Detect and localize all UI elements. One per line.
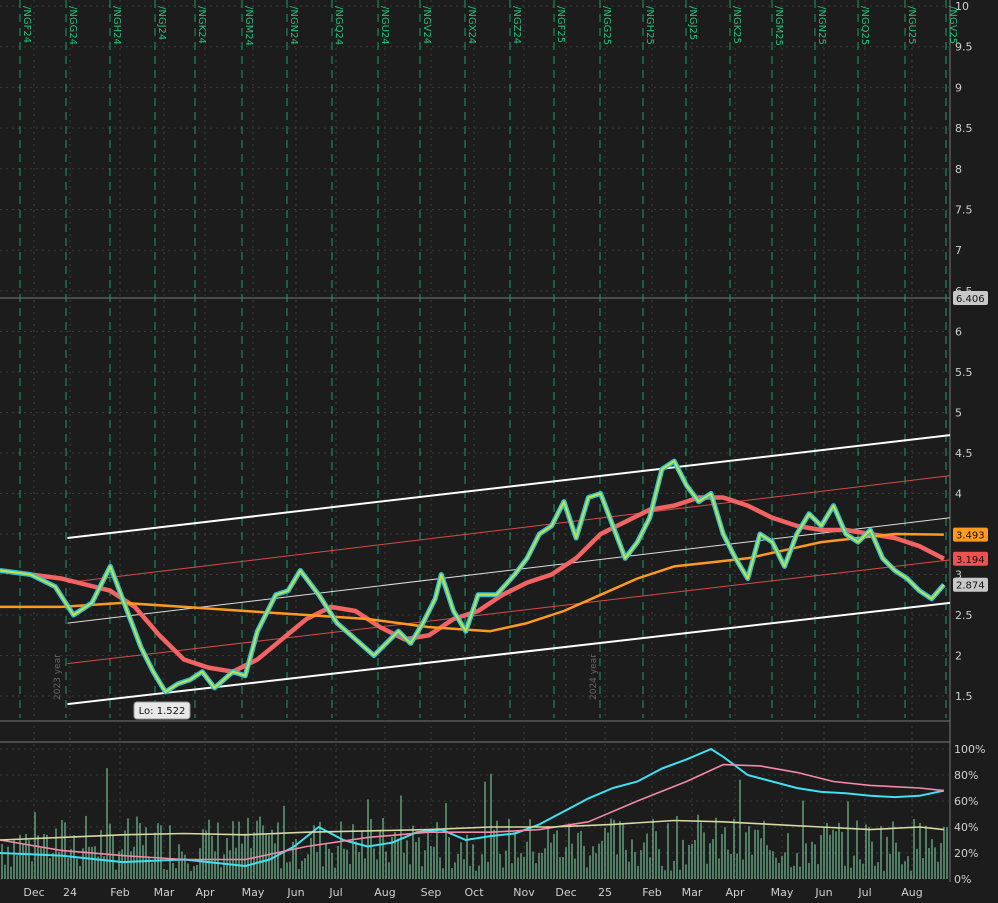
contract-label: /NGN25 [816, 6, 827, 45]
contract-label: /NGQ24 [333, 6, 344, 45]
y-tick-lower: 2 [955, 650, 962, 663]
contract-label: /NGU25 [906, 6, 917, 45]
x-tick: Apr [195, 886, 215, 899]
y-tick-lower: 4.5 [955, 447, 973, 460]
contract-label: /NGV24 [421, 6, 432, 44]
contract-label: /NGK24 [196, 6, 207, 44]
contract-label: /NGK25 [731, 6, 742, 44]
low-marker-text: Lo: 1.522 [139, 706, 186, 717]
contract-label: /NGH25 [644, 6, 655, 45]
y-tick-lower: 5.5 [955, 366, 973, 379]
y-tick-upper: 7 [955, 244, 962, 257]
x-tick: Jun [814, 886, 832, 899]
x-tick: Mar [682, 886, 703, 899]
contract-label: /NGM25 [773, 6, 784, 46]
price-flag-text: 3.493 [956, 531, 985, 542]
contract-label: /NGJ25 [687, 6, 698, 40]
price-flag-text: 2.874 [956, 581, 985, 592]
x-tick: Jul [328, 886, 342, 899]
y-tick-lower: 2.5 [955, 609, 973, 622]
y-tick-lower: 4 [955, 488, 962, 501]
y-tick-upper: 7.5 [955, 204, 973, 217]
y-tick-upper: 9 [955, 81, 962, 94]
contract-label: /NGU24 [379, 6, 390, 45]
contract-label: /NGQ25 [859, 6, 870, 45]
x-tick: 25 [598, 886, 612, 899]
price-flag-text: 3.194 [956, 555, 985, 566]
contract-label: /NGF24 [21, 6, 32, 43]
contract-label: /NGH24 [111, 6, 122, 45]
chart-svg: /NGF24/NGG24/NGH24/NGJ24/NGK24/NGM24/NGN… [0, 0, 998, 903]
x-tick: May [771, 886, 794, 899]
contract-label: /NGF25 [555, 6, 566, 43]
year-label: 2024 year [589, 654, 599, 700]
y-tick-upper: 9.5 [955, 41, 973, 54]
x-tick: Aug [901, 886, 922, 899]
y-tick-lower: 6 [955, 326, 962, 339]
price-flag-text: 6.406 [956, 294, 985, 305]
y-tick-volume: 0% [954, 873, 971, 886]
x-tick: Jun [286, 886, 304, 899]
contract-label: /NGM24 [243, 6, 254, 46]
x-tick: Mar [154, 886, 175, 899]
x-tick: Dec [23, 886, 44, 899]
y-tick-upper: 8.5 [955, 122, 973, 135]
x-tick: Nov [513, 886, 535, 899]
x-tick: Apr [725, 886, 745, 899]
contract-label: /NGX24 [466, 6, 477, 44]
contract-label: /NGN24 [288, 6, 299, 45]
x-tick: Feb [110, 886, 129, 899]
x-tick: May [242, 886, 265, 899]
y-tick-lower: 5 [955, 407, 962, 420]
x-tick: Dec [555, 886, 576, 899]
chart-background [0, 0, 998, 903]
contract-label: /NGG24 [67, 6, 78, 45]
y-tick-upper: 10 [955, 0, 969, 13]
x-tick: Aug [374, 886, 395, 899]
y-tick-volume: 60% [954, 795, 978, 808]
x-tick: 24 [63, 886, 77, 899]
y-tick-volume: 80% [954, 769, 978, 782]
contract-label: /NGZ24 [511, 6, 522, 44]
contract-label: /NGJ24 [156, 6, 167, 40]
pane-gap [0, 722, 998, 742]
y-tick-volume: 40% [954, 821, 978, 834]
y-tick-volume: 100% [954, 743, 985, 756]
x-tick: Jul [857, 886, 871, 899]
contract-label: /NGG25 [601, 6, 612, 45]
x-tick: Oct [464, 886, 484, 899]
x-tick: Feb [642, 886, 661, 899]
year-label: 2023 year [53, 654, 63, 700]
y-tick-upper: 8 [955, 163, 962, 176]
x-tick: Sep [421, 886, 442, 899]
y-tick-volume: 20% [954, 847, 978, 860]
y-tick-lower: 1.5 [955, 690, 973, 703]
